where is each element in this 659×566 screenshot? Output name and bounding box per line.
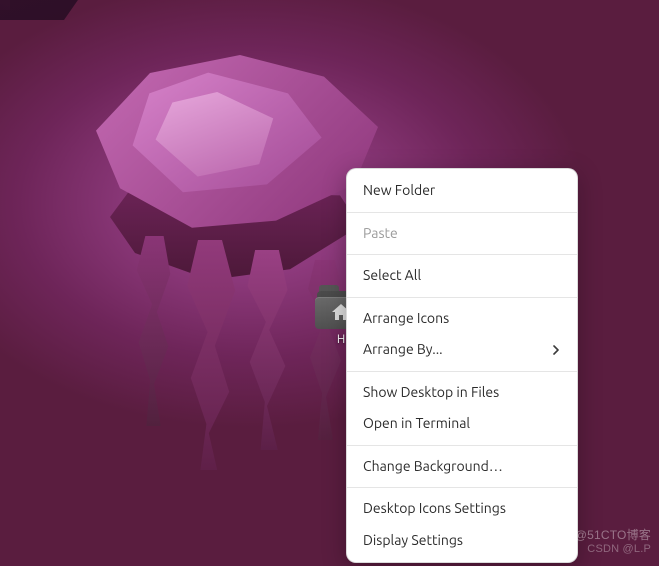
menu-item-label: Show Desktop in Files [363, 384, 499, 402]
menu-separator [347, 487, 577, 488]
menu-separator [347, 212, 577, 213]
menu-item-desktop-icons-settings[interactable]: Desktop Icons Settings [347, 493, 577, 525]
menu-item-paste: Paste [347, 218, 577, 250]
menu-item-label: Paste [363, 225, 398, 243]
menu-item-show-desktop-in-files[interactable]: Show Desktop in Files [347, 377, 577, 409]
desktop-context-menu: New Folder Paste Select All Arrange Icon… [346, 168, 578, 563]
menu-item-label: Arrange By... [363, 341, 443, 359]
menu-item-label: Arrange Icons [363, 310, 449, 328]
menu-separator [347, 445, 577, 446]
watermark: @51CTO博客 CSDN @L.P [575, 528, 651, 556]
menu-item-arrange-icons[interactable]: Arrange Icons [347, 303, 577, 335]
menu-item-change-background[interactable]: Change Background… [347, 451, 577, 483]
desktop-wallpaper[interactable]: H New Folder Paste Select All Arrange Ic… [0, 0, 659, 566]
menu-item-label: Change Background… [363, 458, 503, 476]
menu-separator [347, 254, 577, 255]
menu-item-label: Open in Terminal [363, 415, 470, 433]
menu-item-arrange-by[interactable]: Arrange By... [347, 334, 577, 366]
chevron-right-icon [551, 345, 561, 355]
menu-item-display-settings[interactable]: Display Settings [347, 525, 577, 557]
menu-separator [347, 371, 577, 372]
watermark-line2: CSDN @L.P [575, 543, 651, 556]
menu-item-label: New Folder [363, 182, 435, 200]
menu-item-label: Select All [363, 267, 421, 285]
menu-item-new-folder[interactable]: New Folder [347, 175, 577, 207]
menu-item-select-all[interactable]: Select All [347, 260, 577, 292]
menu-separator [347, 297, 577, 298]
watermark-line1: @51CTO博客 [575, 528, 651, 542]
menu-item-open-in-terminal[interactable]: Open in Terminal [347, 408, 577, 440]
menu-item-label: Desktop Icons Settings [363, 500, 506, 518]
menu-item-label: Display Settings [363, 532, 463, 550]
